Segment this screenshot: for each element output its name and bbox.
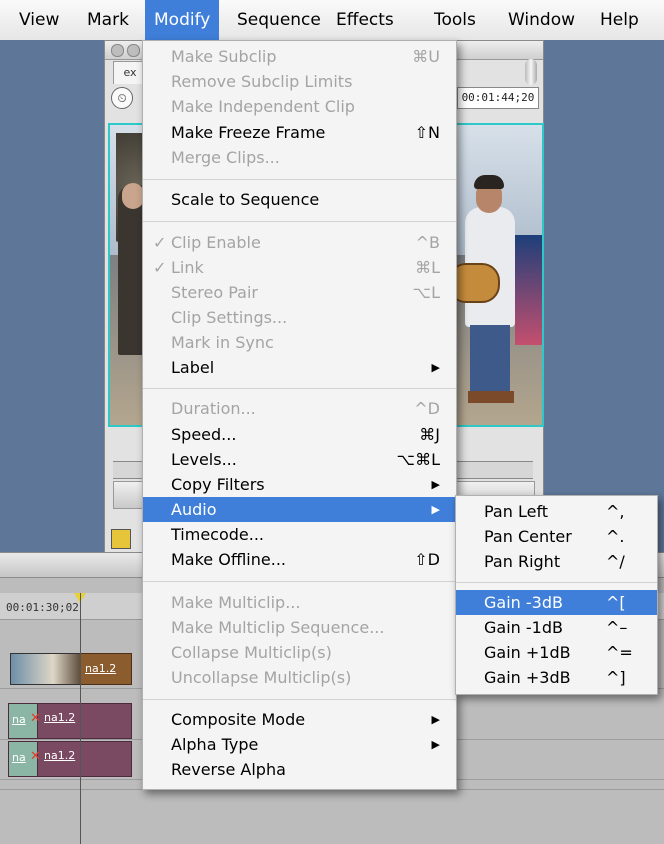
menu-item-composite-mode[interactable]: Composite Mode ▶: [143, 707, 456, 732]
audio-clip-2-label: na1.2: [44, 749, 76, 762]
checkmark-icon: ✓: [153, 233, 167, 252]
menu-window[interactable]: Window: [499, 0, 584, 40]
menu-item-pan-right[interactable]: Pan Right ^/: [456, 549, 657, 574]
mark-button[interactable]: [111, 529, 131, 549]
menu-item-gain-minus-1db[interactable]: Gain -1dB ^–: [456, 615, 657, 640]
playhead-line[interactable]: [80, 593, 81, 844]
menu-item-pan-center[interactable]: Pan Center ^.: [456, 524, 657, 549]
menu-item-stereo-pair[interactable]: Stereo Pair ⌥L: [143, 280, 456, 305]
menu-effects[interactable]: Effects: [327, 0, 403, 40]
submenu-arrow-icon: ▶: [431, 361, 440, 374]
menu-item-make-freeze-frame[interactable]: Make Freeze Frame ⇧N: [143, 120, 456, 145]
menu-item-pan-left[interactable]: Pan Left ^,: [456, 499, 657, 524]
menu-item-remove-subclip-limits[interactable]: Remove Subclip Limits: [143, 69, 456, 94]
submenu-arrow-icon: ▶: [431, 738, 440, 751]
audio-submenu: Pan Left ^, Pan Center ^. Pan Right ^/ Gain…: [455, 495, 658, 695]
menu-item-alpha-type[interactable]: Alpha Type ▶: [143, 732, 456, 757]
menu-sequence[interactable]: Sequence: [228, 0, 330, 40]
menu-item-timecode[interactable]: Timecode...: [143, 522, 456, 547]
menu-item-audio[interactable]: Audio ▶: [143, 497, 456, 522]
close-window-icon[interactable]: [111, 44, 124, 57]
clock-icon: ⏲: [111, 87, 133, 109]
jog-knob[interactable]: [525, 59, 537, 85]
link-marker-icon: ✕: [30, 711, 41, 726]
menu-item-label[interactable]: Label ▶: [143, 355, 456, 380]
menu-item-make-offline[interactable]: Make Offline... ⇧D: [143, 547, 456, 572]
menu-item-clip-settings[interactable]: Clip Settings...: [143, 305, 456, 330]
menu-item-collapse-multiclip[interactable]: Collapse Multiclip(s): [143, 640, 456, 665]
minimize-window-icon[interactable]: [127, 44, 140, 57]
audio-clip-1-head-label: na: [12, 713, 26, 726]
menu-item-gain-plus-1db[interactable]: Gain +1dB ^=: [456, 640, 657, 665]
video-clip[interactable]: na1.2: [80, 653, 132, 685]
submenu-arrow-icon: ▶: [431, 503, 440, 516]
submenu-arrow-icon: ▶: [431, 713, 440, 726]
menu-item-copy-filters[interactable]: Copy Filters ▶: [143, 472, 456, 497]
menu-item-gain-plus-3db[interactable]: Gain +3dB ^]: [456, 665, 657, 690]
menu-modify[interactable]: Modify: [145, 0, 220, 40]
audio-clip-1-label: na1.2: [44, 711, 76, 724]
menu-item-clip-enable[interactable]: ✓ Clip Enable ^B: [143, 230, 456, 255]
menu-item-make-multiclip-sequence[interactable]: Make Multiclip Sequence...: [143, 615, 456, 640]
menu-item-uncollapse-multiclip[interactable]: Uncollapse Multiclip(s): [143, 665, 456, 690]
menu-help[interactable]: Help: [591, 0, 648, 40]
video-clip-thumbnail[interactable]: [10, 653, 82, 685]
menu-item-make-independent-clip[interactable]: Make Independent Clip: [143, 94, 456, 119]
menu-item-levels[interactable]: Levels... ⌥⌘L: [143, 447, 456, 472]
menu-item-speed[interactable]: Speed... ⌘J: [143, 422, 456, 447]
modify-menu: Make Subclip ⌘U Remove Subclip Limits Mak…: [142, 40, 457, 790]
video-clip-label: na1.2: [85, 662, 117, 675]
menu-view[interactable]: View: [10, 0, 68, 40]
menu-item-scale-to-sequence[interactable]: Scale to Sequence: [143, 187, 456, 212]
menu-item-reverse-alpha[interactable]: Reverse Alpha: [143, 757, 456, 782]
menu-tools[interactable]: Tools: [425, 0, 485, 40]
menu-mark[interactable]: Mark: [78, 0, 138, 40]
menu-item-link[interactable]: ✓ Link ⌘L: [143, 255, 456, 280]
menu-bar: View Mark Modify Sequence Effects Tools …: [0, 0, 664, 41]
viewer-timecode[interactable]: 00:01:44;20: [457, 87, 539, 109]
menu-item-duration[interactable]: Duration... ^D: [143, 396, 456, 421]
menu-item-merge-clips[interactable]: Merge Clips...: [143, 145, 456, 170]
audio-clip-2-head-label: na: [12, 751, 26, 764]
checkmark-icon: ✓: [153, 258, 167, 277]
menu-item-mark-in-sync[interactable]: Mark in Sync: [143, 330, 456, 355]
menu-item-make-subclip[interactable]: Make Subclip ⌘U: [143, 44, 456, 69]
link-marker-icon: ✕: [30, 749, 41, 764]
menu-item-gain-minus-3db[interactable]: Gain -3dB ^[: [456, 590, 657, 615]
menu-item-make-multiclip[interactable]: Make Multiclip...: [143, 590, 456, 615]
ruler-timecode: 00:01:30;02: [6, 601, 79, 614]
submenu-arrow-icon: ▶: [431, 478, 440, 491]
